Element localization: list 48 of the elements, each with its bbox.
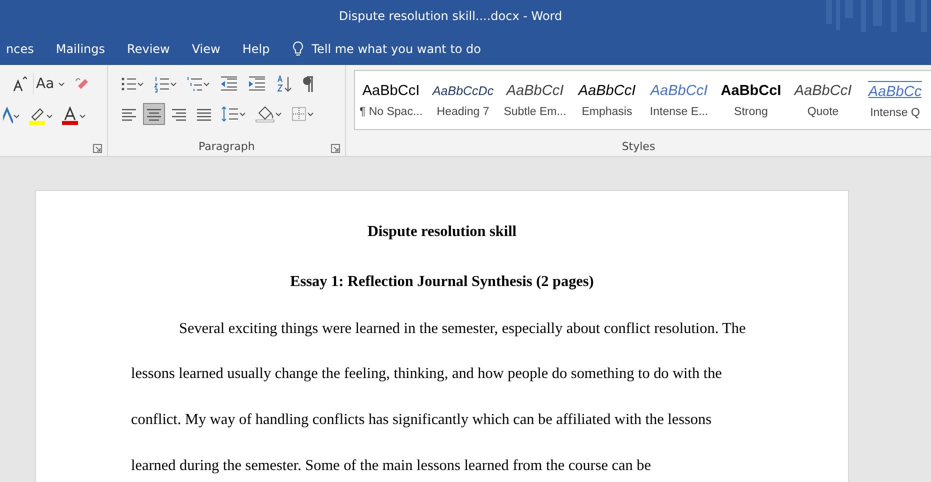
decrease-indent-icon[interactable] — [220, 76, 238, 92]
style-item[interactable]: AaBbCcI Strong — [715, 71, 787, 129]
multilevel-list-icon[interactable] — [187, 75, 204, 93]
bullet-list-icon[interactable] — [121, 75, 138, 93]
document-subtitle: Essay 1: Reflection Journal Synthesis (2 pages) — [289, 272, 595, 292]
document-title: Dispute resolution skill — [366, 222, 518, 242]
borders-icon[interactable] — [291, 106, 308, 122]
style-item[interactable]: AaBbCc Intense Q — [859, 71, 931, 129]
line-spacing-icon[interactable] — [221, 105, 240, 123]
align-center-icon — [146, 106, 162, 122]
style-item[interactable]: AaBbCcI Intense E... — [643, 71, 715, 129]
align-left-icon — [121, 106, 138, 122]
caret-icon[interactable] — [46, 114, 53, 118]
highlighter-icon[interactable] — [28, 106, 46, 126]
caret-icon[interactable] — [137, 82, 144, 86]
increase-indent-icon[interactable] — [248, 76, 266, 92]
sort-icon[interactable] — [276, 75, 292, 93]
caret-icon[interactable] — [307, 112, 314, 116]
caret-icon[interactable] — [239, 112, 246, 116]
caret-icon[interactable] — [170, 82, 178, 86]
style-item[interactable]: AaBbCcI Emphasis — [571, 71, 643, 129]
caret-icon[interactable] — [203, 82, 210, 86]
window-title: Dispute resolution skill....docx - Word — [338, 8, 562, 25]
group-label: Styles — [620, 138, 656, 154]
style-item[interactable]: AaBbCcI Quote — [787, 71, 859, 129]
align-center-button[interactable] — [143, 103, 166, 125]
group-label: Paragraph — [197, 138, 256, 154]
align-right-icon — [171, 106, 188, 122]
caret-icon[interactable] — [13, 114, 20, 118]
caret-icon[interactable] — [58, 82, 66, 86]
text-effects-icon[interactable] — [3, 107, 13, 125]
document-paragraph: Several exciting things were learned in the semester, especially about conflict resolution. The lessons learned usually change the feeling, thinking, and how people do something to do with the conflict. My way of handling conflicts has significantly which can be affiliated with the lessons learned during the semester. Some of the main lessons learned from the course can be — [131, 318, 747, 476]
caret-icon[interactable] — [79, 114, 86, 118]
style-item[interactable]: AaBbCcI ¶ No Spac... — [355, 71, 427, 129]
eraser-icon[interactable] — [74, 76, 90, 92]
change-case-button[interactable]: Aa — [33, 73, 68, 95]
align-justify-icon — [196, 106, 212, 122]
shading-icon[interactable] — [255, 105, 276, 123]
dialog-launcher-icon[interactable] — [331, 144, 340, 153]
style-item[interactable]: AaBbCcI Subtle Em... — [499, 71, 571, 129]
pilcrow-icon[interactable] — [302, 75, 314, 93]
style-item[interactable]: AaBbCcDc Heading 7 — [427, 71, 499, 129]
dialog-launcher-icon[interactable] — [93, 144, 102, 153]
caret-icon[interactable] — [275, 112, 282, 116]
grow-font-icon — [13, 76, 27, 92]
numbered-list-icon[interactable] — [154, 75, 170, 93]
font-color-icon[interactable] — [61, 106, 79, 126]
lightbulb-icon — [292, 40, 304, 56]
